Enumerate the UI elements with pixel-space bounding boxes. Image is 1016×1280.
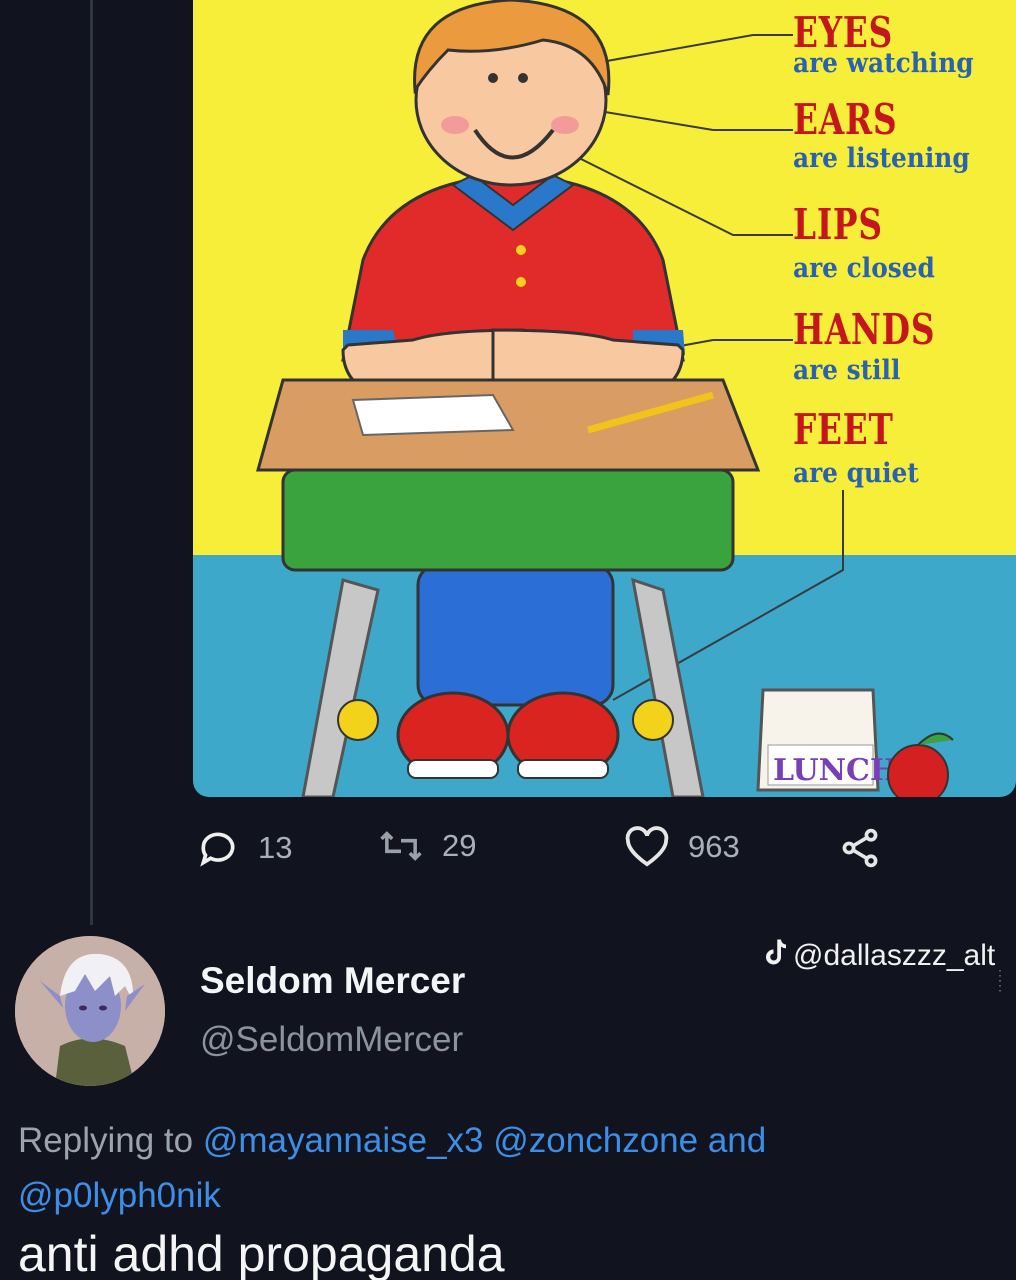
like-button[interactable]: 963	[624, 826, 740, 868]
poster-line-eyes-caption: are watching	[793, 48, 974, 79]
mention-conjunction: and	[707, 1121, 767, 1160]
retweet-count: 29	[442, 828, 477, 863]
poster-line-lips-caption: are closed	[793, 253, 935, 284]
replying-to-label: Replying to	[18, 1121, 194, 1160]
poster-line-hands-caption: are still	[793, 355, 901, 386]
tiktok-icon	[763, 937, 789, 975]
retweet-button[interactable]: 29	[378, 826, 476, 866]
mention-link[interactable]: @p0lyph0nik	[18, 1176, 221, 1215]
tweet-media-image[interactable]: LUNCH EYES are watching EARS are listeni…	[193, 0, 1016, 797]
author-handle[interactable]: @SeldomMercer	[200, 1020, 463, 1060]
poster-line-lips-heading: LIPS	[793, 200, 883, 249]
tweet-action-bar: 13 29 963	[196, 826, 916, 876]
retweet-icon	[378, 826, 424, 866]
watermark-username: @dallaszzz_alt	[793, 939, 996, 972]
poster-line-ears-caption: are listening	[793, 143, 970, 174]
speech-bubble-icon	[196, 826, 240, 870]
avatar[interactable]	[15, 936, 165, 1086]
poster-line-feet-caption: are quiet	[793, 458, 919, 489]
poster-line-hands-heading: HANDS	[793, 305, 936, 354]
lunch-bag-label: LUNCH	[773, 753, 898, 788]
tweet-text: anti adhd propaganda	[18, 1226, 505, 1280]
share-icon	[838, 826, 882, 870]
tiktok-watermark: @dallaszzz_alt	[763, 937, 995, 975]
poster-line-ears-heading: EARS	[793, 95, 898, 144]
mention-link[interactable]: @mayannaise_x3	[203, 1121, 484, 1160]
replying-to-line: Replying to @mayannaise_x3 @zonchzone an…	[18, 1113, 918, 1223]
like-count: 963	[688, 829, 740, 864]
mention-link[interactable]: @zonchzone	[493, 1121, 698, 1160]
heart-icon	[624, 826, 670, 868]
thread-connector-line	[90, 0, 93, 925]
share-button[interactable]	[838, 826, 882, 870]
reply-button[interactable]: 13	[196, 826, 292, 870]
poster-line-feet-heading: FEET	[793, 405, 894, 454]
more-options-dots[interactable]: ⋮ ⋮	[993, 968, 1007, 992]
author-display-name[interactable]: Seldom Mercer	[200, 960, 465, 1002]
reply-count: 13	[258, 830, 293, 865]
